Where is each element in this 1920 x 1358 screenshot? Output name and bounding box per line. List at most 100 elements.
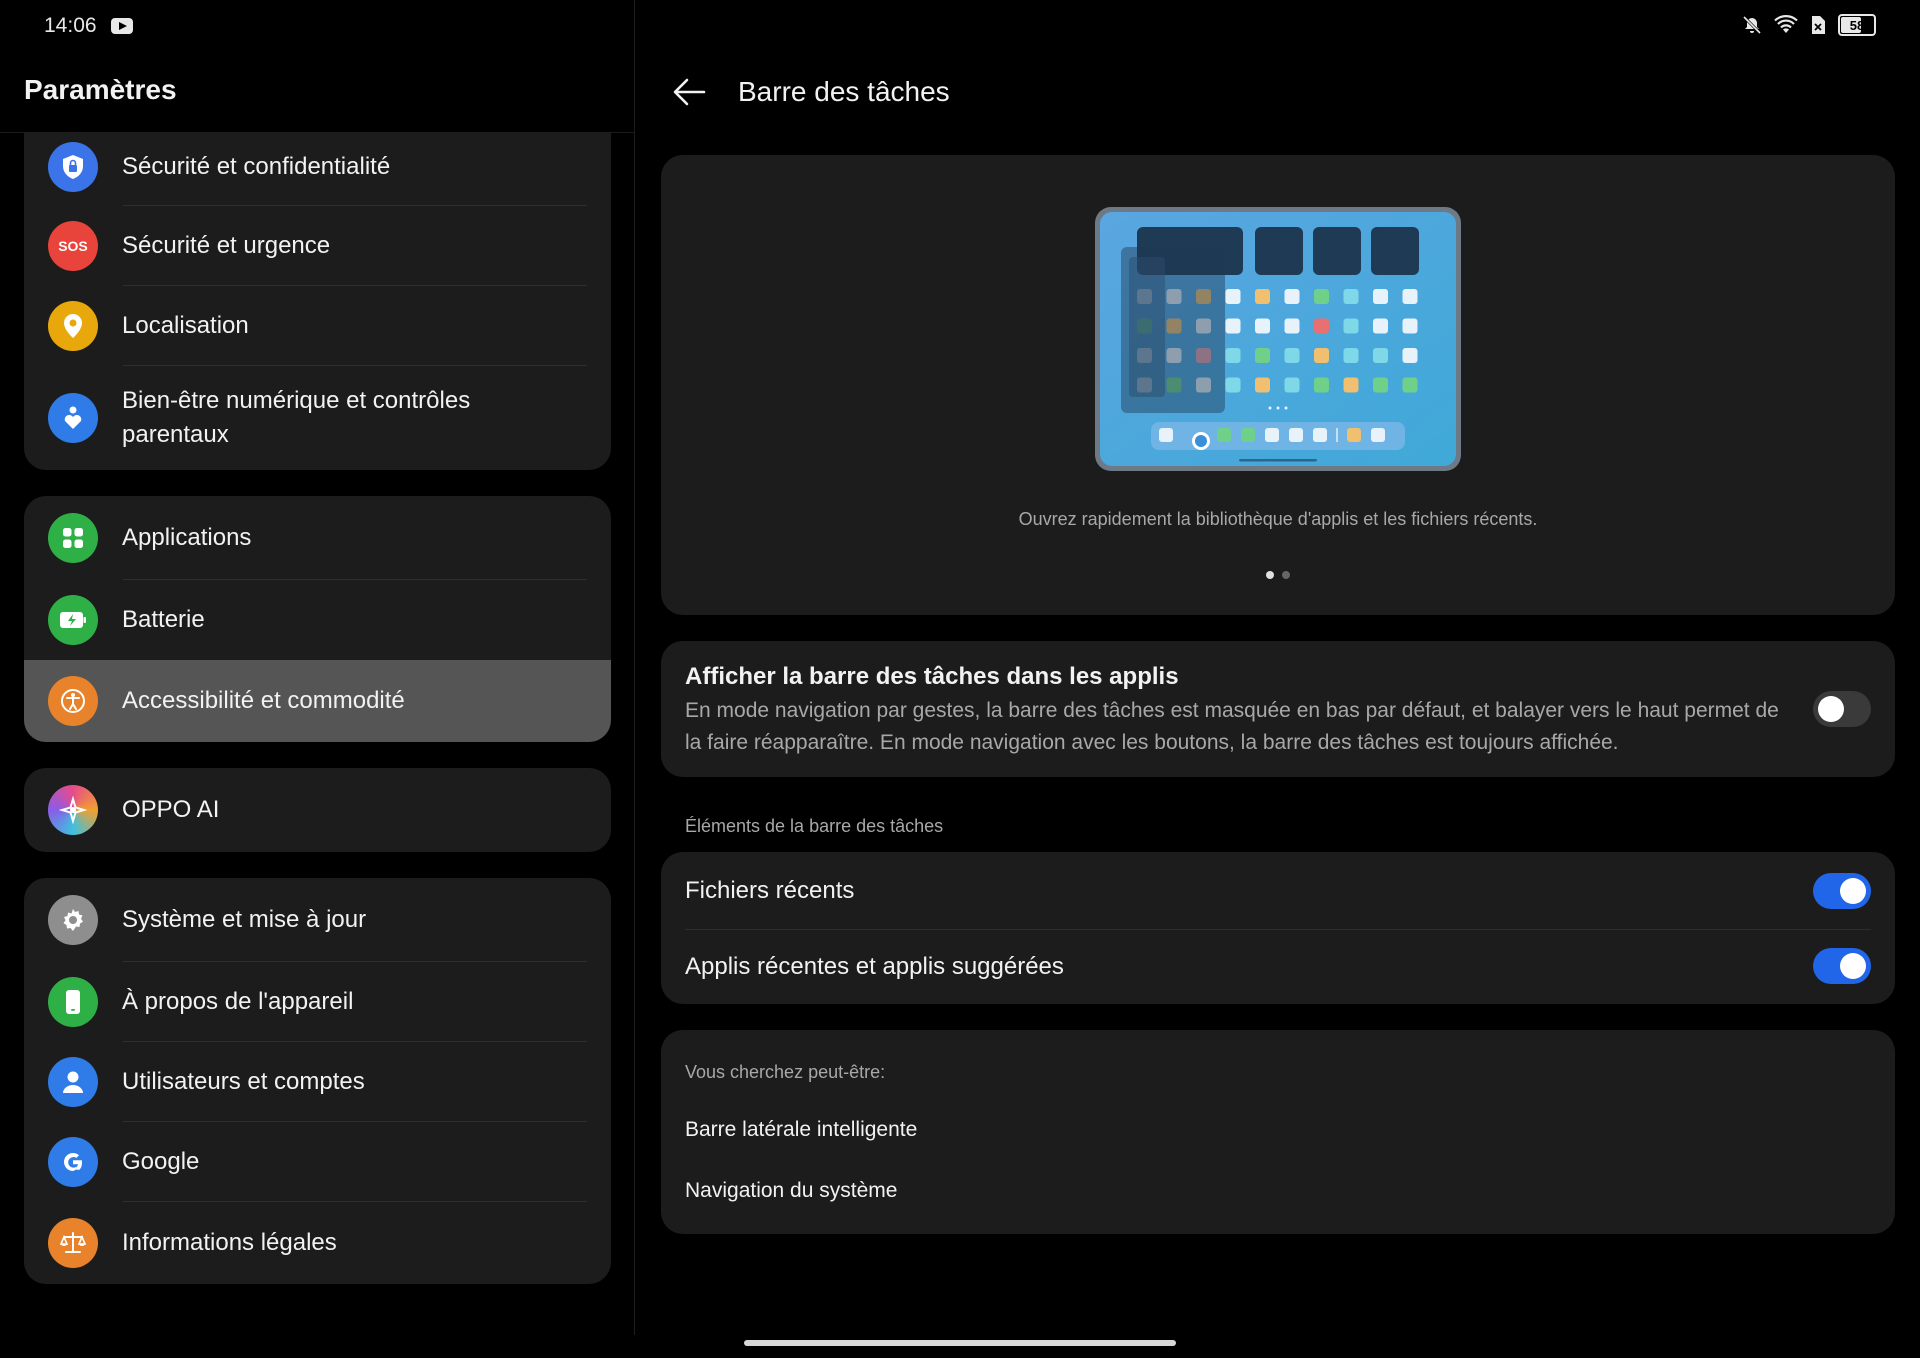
app-tile	[1225, 348, 1241, 363]
sidebar-item-label: Google	[122, 1148, 200, 1175]
suggestions-label: Vous cherchez peut-être:	[685, 1062, 886, 1082]
sidebar-item-label: Sécurité et urgence	[122, 232, 331, 259]
sidebar-item-label: Sécurité et confidentialité	[122, 153, 391, 180]
app-tile	[1284, 318, 1300, 334]
app-tile	[1255, 348, 1270, 363]
accessibility-icon	[48, 676, 98, 726]
app-tile	[1373, 318, 1388, 334]
taskbar-preview-card: Ouvrez rapidement la bibliothèque d'appl…	[661, 155, 1895, 615]
sidebar-item-applications[interactable]: Applications	[24, 496, 611, 580]
app-tile	[1255, 289, 1270, 304]
sidebar-item-digital-wellbeing[interactable]: Bien-être numérique et contrôles parenta…	[24, 366, 611, 470]
recent-files-toggle[interactable]	[1813, 873, 1871, 909]
app-tile	[1343, 377, 1359, 393]
apps-grid-icon	[48, 513, 98, 563]
suggestions-card: Vous cherchez peut-être: Barre latérale …	[661, 1030, 1895, 1234]
oppo-ai-icon	[48, 785, 98, 835]
app-tile	[1284, 377, 1300, 393]
sidebar-item-label: Utilisateurs et comptes	[122, 1068, 365, 1095]
page-indicator[interactable]	[661, 571, 1895, 579]
sidebar-item-label: Accessibilité et commodité	[122, 687, 405, 714]
sos-icon: SOS	[48, 221, 98, 271]
app-tile	[1343, 289, 1359, 304]
taskbar-elements-card: Fichiers récents Applis récentes et appl…	[661, 852, 1895, 1004]
google-icon	[48, 1137, 98, 1187]
sidebar-item-system-update[interactable]: Système et mise à jour	[24, 878, 611, 962]
sidebar-item-label: Système et mise à jour	[122, 906, 367, 933]
app-tile	[1314, 348, 1329, 363]
recent-apps-toggle[interactable]	[1813, 948, 1871, 984]
sidebar-item-users-accounts[interactable]: Utilisateurs et comptes	[24, 1042, 611, 1122]
app-tile	[1402, 377, 1418, 393]
home-gesture-bar[interactable]	[744, 1340, 1176, 1346]
show-taskbar-text: Afficher la barre des tâches dans les ap…	[685, 663, 1795, 759]
app-tile	[1255, 318, 1270, 334]
recent-files-label: Fichiers récents	[685, 877, 855, 904]
toggle-knob	[1840, 878, 1866, 904]
sidebar-item-label: Batterie	[122, 606, 205, 633]
sidebar-item-location[interactable]: Localisation	[24, 286, 611, 366]
toggle-knob	[1840, 953, 1866, 979]
app-tile	[1225, 318, 1241, 334]
back-arrow-icon	[673, 78, 706, 106]
settings-group-3: OPPO AI	[24, 768, 611, 852]
app-tile	[1402, 289, 1418, 304]
app-tile	[1314, 318, 1329, 334]
battery-icon: 58	[1838, 14, 1876, 36]
page-title: Barre des tâches	[738, 76, 950, 107]
sidebar-item-label: Localisation	[122, 312, 249, 339]
app-tile	[1284, 289, 1300, 304]
app-tile	[1373, 348, 1388, 363]
settings-group-1: Sécurité et confidentialité SOS Sécurité…	[24, 132, 611, 470]
gear-icon	[48, 895, 98, 945]
location-pin-icon	[48, 301, 98, 351]
sidebar-item-safety-emergency[interactable]: SOS Sécurité et urgence	[24, 206, 611, 286]
battery-charging-icon	[48, 595, 98, 645]
app-tile	[1343, 348, 1359, 363]
sim-icon	[1812, 16, 1825, 34]
sidebar-item-legal-info[interactable]: Informations légales	[24, 1202, 611, 1284]
app-tile	[1284, 348, 1300, 363]
app-tile	[1402, 318, 1418, 334]
show-taskbar-toggle[interactable]	[1813, 691, 1871, 727]
shield-lock-icon	[48, 142, 98, 192]
sidebar-item-label: OPPO AI	[122, 796, 220, 823]
app-tile	[1373, 289, 1388, 304]
scales-icon	[48, 1218, 98, 1268]
app-tile	[1314, 289, 1329, 304]
status-bar-right: 58	[1742, 14, 1876, 36]
suggestion-link-smart-sidebar[interactable]: Barre latérale intelligente	[685, 1118, 917, 1142]
sidebar-item-oppo-ai[interactable]: OPPO AI	[24, 768, 611, 852]
sidebar-item-label: À propos de l'appareil	[122, 988, 354, 1015]
sidebar-item-google[interactable]: Google	[24, 1122, 611, 1202]
sidebar-title: Paramètres	[24, 74, 177, 105]
settings-group-4: Système et mise à jour À propos de l'app…	[24, 878, 611, 1284]
page-dot[interactable]	[1282, 571, 1290, 579]
sidebar-item-label: Informations légales	[122, 1229, 337, 1256]
suggestion-link-system-navigation[interactable]: Navigation du système	[685, 1179, 897, 1203]
sidebar-item-about-device[interactable]: À propos de l'appareil	[24, 962, 611, 1042]
app-tile	[1373, 377, 1388, 393]
app-tile	[1225, 289, 1241, 304]
show-taskbar-title: Afficher la barre des tâches dans les ap…	[685, 663, 1179, 690]
page-dot[interactable]	[1266, 571, 1274, 579]
show-taskbar-description: En mode navigation par gestes, la barre …	[685, 699, 1779, 754]
phone-icon	[48, 977, 98, 1027]
user-icon	[48, 1057, 98, 1107]
back-button[interactable]	[672, 74, 708, 110]
toggle-knob	[1818, 696, 1844, 722]
recent-files-row[interactable]: Fichiers récents	[661, 852, 1895, 930]
battery-level: 58	[1849, 17, 1865, 33]
heart-person-icon	[48, 393, 98, 443]
sidebar-item-security-privacy[interactable]: Sécurité et confidentialité	[24, 132, 611, 206]
sidebar-item-battery[interactable]: Batterie	[24, 580, 611, 660]
sidebar-item-accessibility[interactable]: Accessibilité et commodité	[24, 660, 611, 742]
wifi-icon	[1774, 15, 1798, 33]
app-tile	[1402, 348, 1418, 363]
recent-apps-label: Applis récentes et applis suggérées	[685, 953, 1064, 980]
recent-apps-row[interactable]: Applis récentes et applis suggérées	[661, 930, 1895, 1004]
sidebar-item-label: Bien-être numérique et contrôles parenta…	[122, 387, 471, 448]
app-tile	[1225, 377, 1241, 393]
mute-icon	[1742, 15, 1762, 35]
settings-group-2: Applications Batterie Accessibilité et c…	[24, 496, 611, 742]
